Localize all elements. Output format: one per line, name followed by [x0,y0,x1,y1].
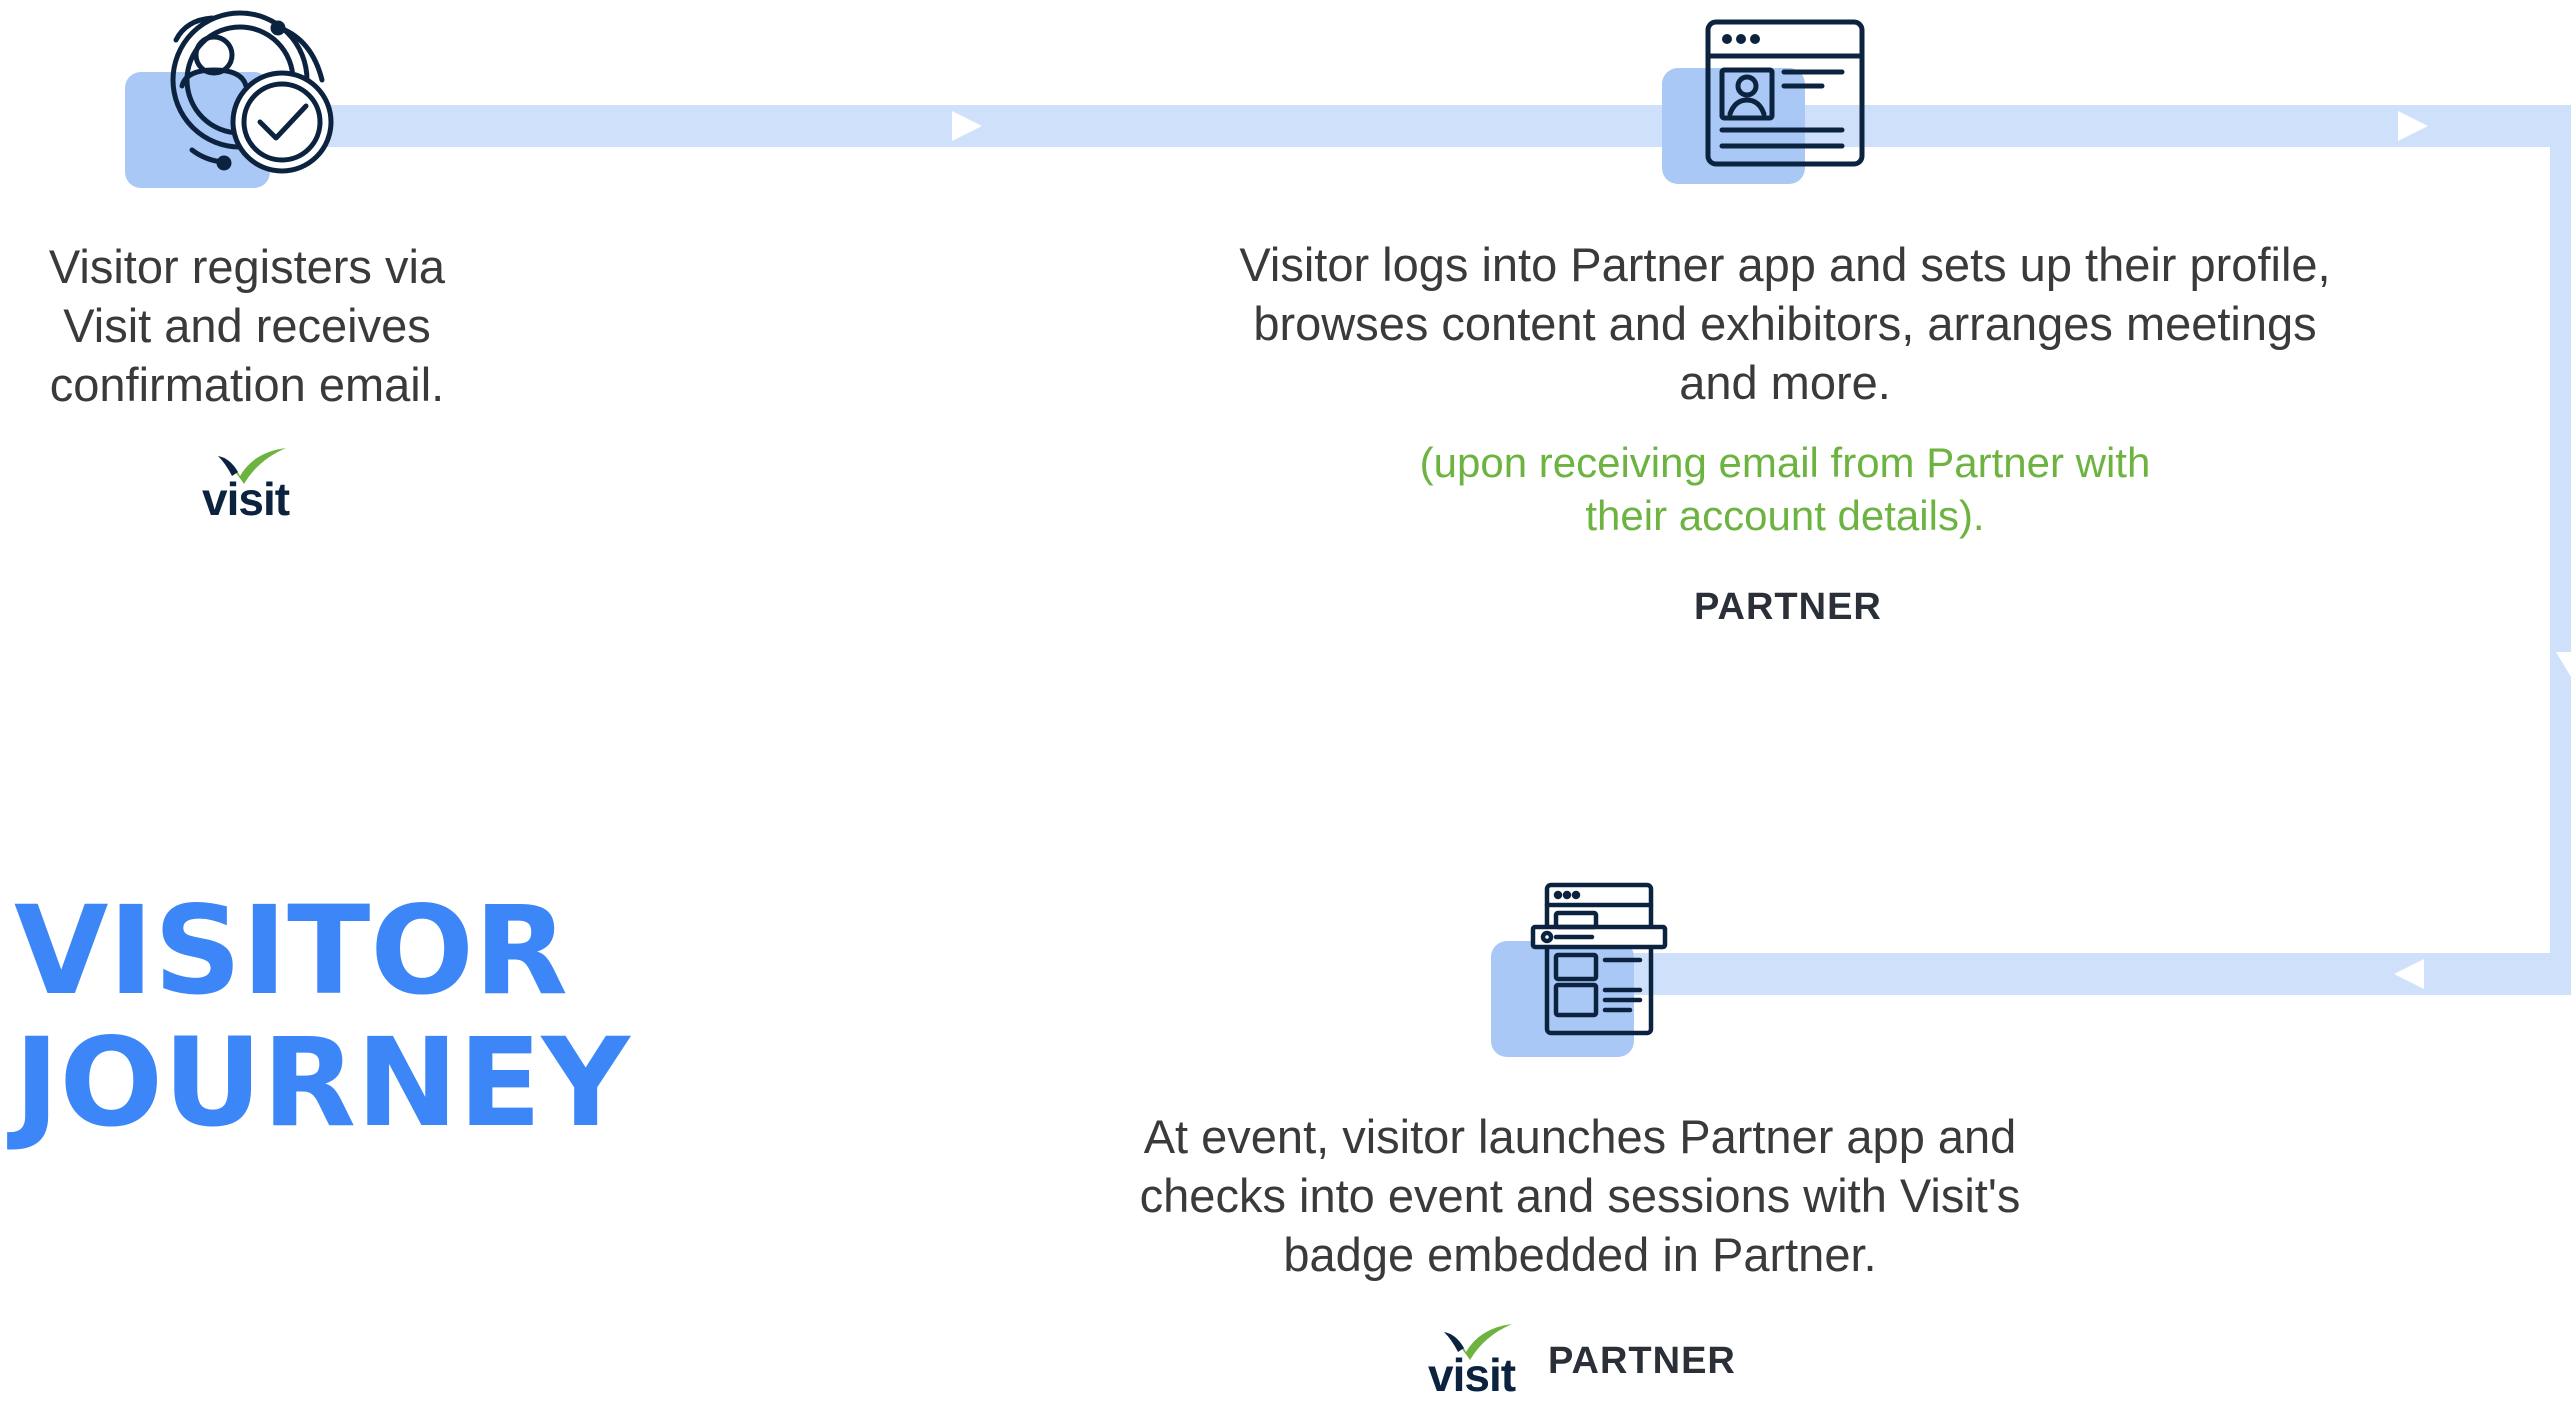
step-2-line: browses content and exhibitors, arranges… [1253,297,2317,350]
visit-logo: visit [202,446,302,532]
step-2-note-line: (upon receiving email from Partner with [1419,439,2151,486]
title-line-1: VISITOR [14,880,568,1022]
step-1-line: Visit and receives [63,299,431,352]
step-1-description: Visitor registers via Visit and receives… [0,237,494,414]
visit-logo-text: visit [1428,1349,1516,1401]
partner-logo: PARTNER [1694,586,1882,628]
step-3-line: At event, visitor launches Partner app a… [1143,1110,2017,1163]
step-3-line: badge embedded in Partner. [1283,1228,1877,1281]
partner-logo: PARTNER [1548,1340,1736,1382]
visit-logo: visit [1428,1322,1528,1408]
step-1-line: confirmation email. [49,358,445,411]
flow-line-right [2550,105,2571,995]
flow-line-bottom [1600,953,2571,995]
step-2-note-line: their account details). [1585,492,1985,539]
step-1-line: Visitor registers via [48,240,446,293]
step-3-line: checks into event and sessions with Visi… [1139,1169,2021,1222]
visit-logo-text: visit [202,473,290,525]
step-2-description: Visitor logs into Partner app and sets u… [1160,235,2410,412]
page-title: VISITOR JOURNEY [14,885,630,1149]
step-2-line: and more. [1679,356,1891,409]
title-line-2: JOURNEY [14,1012,630,1154]
step-3-description: At event, visitor launches Partner app a… [1040,1107,2120,1284]
flow-line-top [150,105,2571,147]
step-2-line: Visitor logs into Partner app and sets u… [1239,238,2331,291]
step-2-note: (upon receiving email from Partner with … [1285,436,2285,542]
